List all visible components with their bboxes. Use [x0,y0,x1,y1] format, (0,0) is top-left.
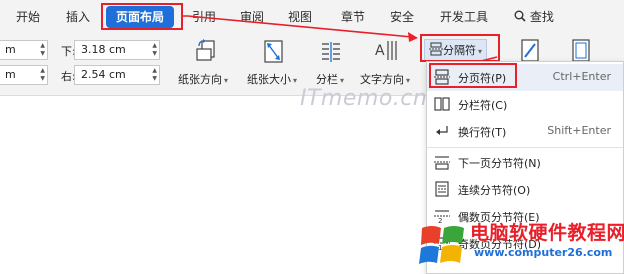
site-logo: 电脑软硬件教程网 www.computer26.com [418,214,624,274]
menu-item-shortcut: Ctrl+Enter [552,70,611,83]
line-break-icon [436,126,448,135]
menu-item-column-break[interactable]: 分栏符(C) [427,91,623,118]
menu-item-line-break[interactable]: 换行符(T) Shift+Enter [427,118,623,145]
site-watermark: ITmemo.cn [300,86,428,111]
menu-item-label: 分栏符(C) [458,99,508,112]
logo-url: www.computer26.com [474,246,613,259]
menu-item-shortcut: Shift+Enter [547,124,611,137]
highlight-box-page-break [429,63,517,88]
continuous-section-icon [435,181,449,197]
menu-item-next-page-section[interactable]: 下一页分节符(N) [427,149,623,176]
logo-title: 电脑软硬件教程网 [470,222,624,244]
column-break-icon [434,97,450,111]
menu-separator [427,147,623,148]
menu-item-label: 连续分节符(O) [458,184,531,197]
menu-item-label: 换行符(T) [458,126,507,139]
menu-item-label: 下一页分节符(N) [458,157,541,170]
next-page-section-icon [434,156,450,170]
menu-item-continuous-section[interactable]: 连续分节符(O) [427,176,623,203]
windows-logo-icon [419,226,464,264]
